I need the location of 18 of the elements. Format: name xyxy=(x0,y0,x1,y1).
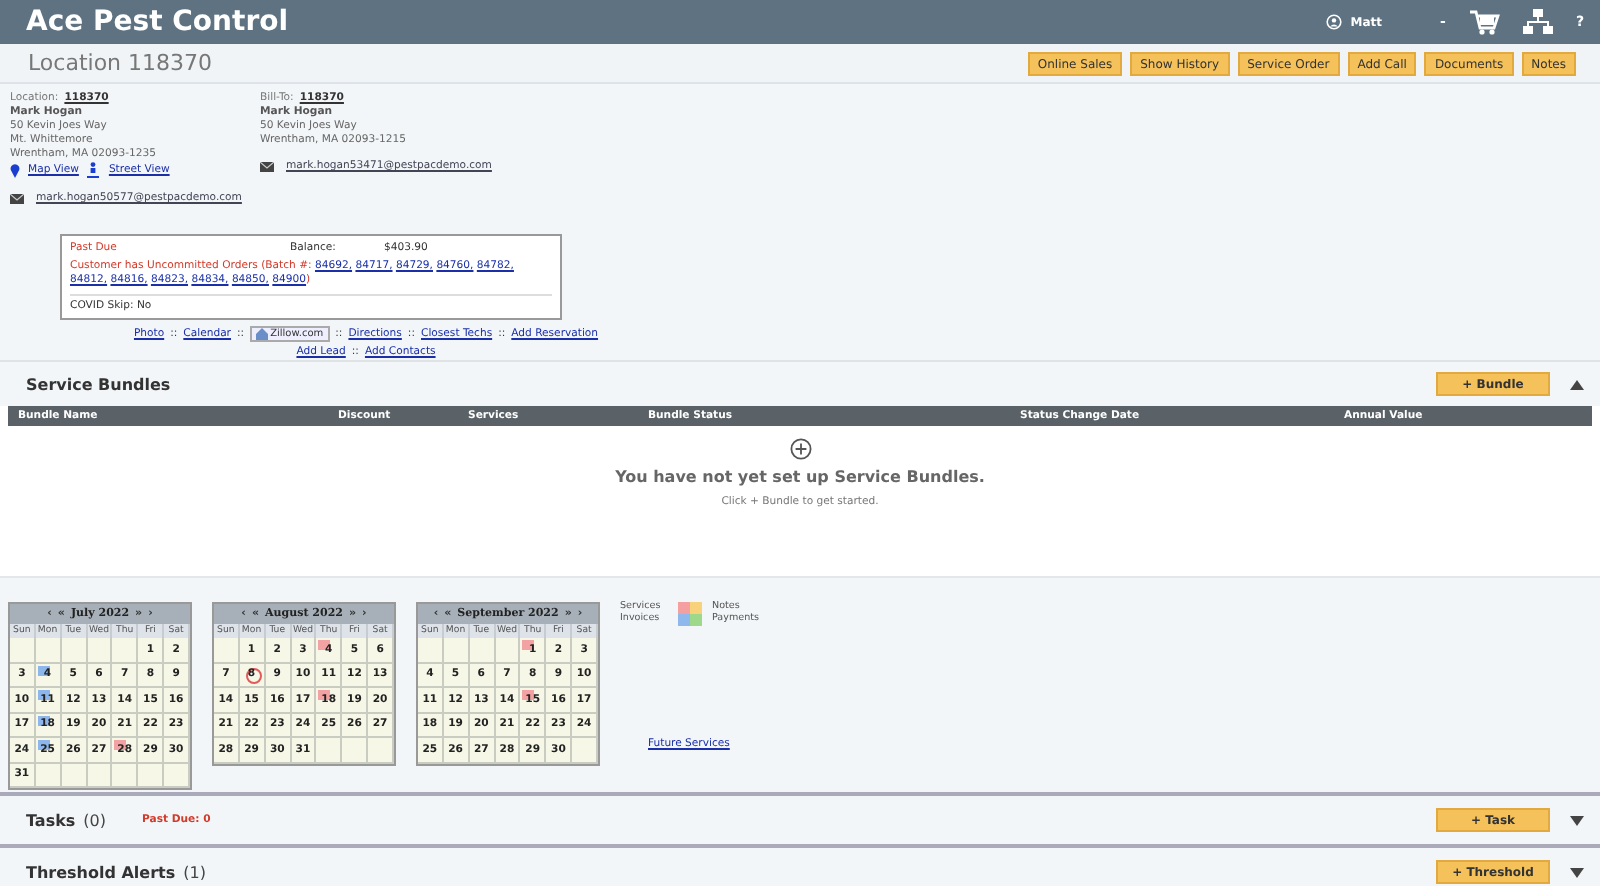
empty-state-title: You have not yet set up Service Bundles. xyxy=(615,468,985,486)
network-icon[interactable] xyxy=(1521,8,1554,36)
user-icon xyxy=(1326,14,1343,30)
cart-icon[interactable] xyxy=(1467,8,1500,36)
section-count: (1) xyxy=(183,863,206,881)
envelope-icon xyxy=(10,193,24,203)
envelope-icon xyxy=(260,161,274,171)
map-pin-icon xyxy=(10,163,20,177)
plus-circle-icon xyxy=(789,438,811,460)
street-view-icon xyxy=(86,162,101,178)
section-title: Threshold Alerts xyxy=(26,863,176,881)
section-title: Tasks xyxy=(26,811,76,829)
app-title: Ace Pest Control xyxy=(26,6,289,38)
color-legend-swatch xyxy=(678,602,702,626)
house-icon xyxy=(256,328,269,340)
section-count: (0) xyxy=(83,811,107,829)
page-title: Location 118370 xyxy=(28,50,213,76)
section-title: Service Bundles xyxy=(26,375,171,393)
